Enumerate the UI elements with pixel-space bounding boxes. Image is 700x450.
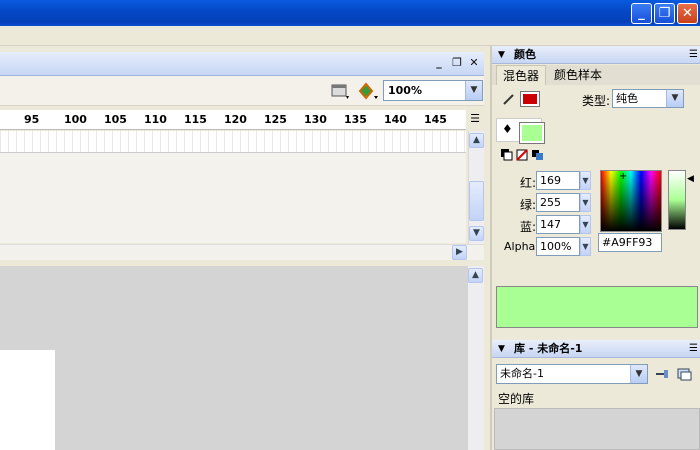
stage-area[interactable] bbox=[0, 266, 468, 450]
slider-arrow-icon[interactable]: ◀ bbox=[687, 174, 694, 184]
ruler-tick: 115 bbox=[184, 113, 207, 126]
library-panel-header[interactable]: ▼ 库 - 未命名-1 ☰ bbox=[492, 340, 700, 358]
alpha-spin-icon[interactable]: ▼ bbox=[580, 237, 591, 256]
menu-bar bbox=[0, 26, 700, 46]
library-panel-title: 库 - 未命名-1 bbox=[514, 342, 583, 355]
tab-swatches[interactable]: 颜色样本 bbox=[548, 65, 608, 85]
timeline-frames[interactable] bbox=[0, 131, 466, 153]
red-input[interactable]: 169 bbox=[536, 171, 580, 190]
color-spectrum-picker[interactable]: + bbox=[600, 170, 662, 232]
new-library-icon[interactable] bbox=[676, 366, 692, 382]
chevron-down-icon[interactable]: ▼ bbox=[666, 90, 683, 107]
paint-bucket-icon: ♦ bbox=[502, 122, 513, 136]
scroll-thumb[interactable] bbox=[469, 181, 484, 221]
stage-canvas[interactable] bbox=[0, 350, 55, 450]
fill-color-swatch[interactable] bbox=[519, 122, 545, 144]
color-panel-title: 颜色 bbox=[514, 48, 536, 61]
right-panel-dock: ▼ 颜色 ☰ 混色器 颜色样本 类型: 纯色 ▼ ♦ 红: 169 ▼ 绿: 2… bbox=[490, 46, 700, 450]
library-select[interactable]: 未命名-1 ▼ bbox=[496, 364, 648, 384]
panel-restore-icon[interactable]: ❐ bbox=[450, 56, 464, 70]
restore-button[interactable]: ❐ bbox=[654, 3, 675, 24]
timeline-vscrollbar[interactable]: ▲ ▼ bbox=[468, 131, 484, 244]
panel-menu-icon[interactable]: ☰ bbox=[689, 46, 698, 64]
panel-menu-icon[interactable]: ☰ bbox=[689, 340, 698, 358]
crosshair-icon: + bbox=[619, 171, 628, 182]
red-spin-icon[interactable]: ▼ bbox=[580, 171, 591, 190]
ruler-tick: 130 bbox=[304, 113, 327, 126]
timeline-menu-icon[interactable]: ☰ bbox=[467, 112, 483, 128]
ruler-tick: 120 bbox=[224, 113, 247, 126]
green-spin-icon[interactable]: ▼ bbox=[580, 193, 591, 212]
scroll-up-icon[interactable]: ▲ bbox=[468, 268, 483, 283]
color-mode-icons[interactable] bbox=[500, 148, 550, 162]
ruler-tick: 95 bbox=[24, 113, 40, 126]
zoom-select[interactable]: 100% ▼ bbox=[383, 80, 483, 101]
ruler-tick: 105 bbox=[104, 113, 127, 126]
type-label: 类型: bbox=[582, 94, 611, 108]
alpha-label: Alpha: bbox=[504, 240, 539, 253]
blue-spin-icon[interactable]: ▼ bbox=[580, 215, 591, 234]
blue-label: 蓝: bbox=[520, 220, 537, 234]
scroll-right-icon[interactable]: ▶ bbox=[452, 245, 467, 260]
fill-color-tool[interactable]: ♦ bbox=[496, 118, 545, 144]
stage-vscrollbar[interactable]: ▲ bbox=[468, 266, 484, 450]
minimize-button[interactable]: _ bbox=[631, 3, 652, 24]
zoom-value: 100% bbox=[388, 84, 422, 97]
timeline-ruler: 95 100 105 110 115 120 125 130 135 140 1… bbox=[0, 110, 466, 130]
scroll-down-icon[interactable]: ▼ bbox=[469, 226, 484, 241]
timeline-hscrollbar[interactable]: ▶ bbox=[0, 244, 484, 260]
document-panel-header: _ ❐ ✕ bbox=[0, 52, 484, 76]
blue-input[interactable]: 147 bbox=[536, 215, 580, 234]
green-label: 绿: bbox=[520, 198, 537, 212]
brightness-slider[interactable] bbox=[668, 170, 686, 230]
ruler-tick: 140 bbox=[384, 113, 407, 126]
color-preview bbox=[496, 286, 698, 328]
pin-library-icon[interactable] bbox=[654, 366, 670, 382]
tab-mixer[interactable]: 混色器 bbox=[496, 65, 547, 85]
chevron-down-icon[interactable]: ▼ bbox=[465, 81, 482, 100]
ruler-tick: 135 bbox=[344, 113, 367, 126]
library-select-value: 未命名-1 bbox=[500, 367, 544, 380]
ruler-tick: 100 bbox=[64, 113, 87, 126]
edit-scene-icon[interactable] bbox=[330, 81, 350, 101]
hex-input[interactable]: #A9FF93 bbox=[598, 233, 662, 252]
window-title-bar: _ ❐ ✕ bbox=[0, 0, 700, 26]
edit-symbols-icon[interactable] bbox=[357, 81, 379, 101]
fill-type-value: 纯色 bbox=[616, 92, 638, 105]
color-panel-header[interactable]: ▼ 颜色 ☰ bbox=[492, 46, 700, 64]
close-button[interactable]: ✕ bbox=[677, 3, 698, 24]
collapse-icon[interactable]: ▼ bbox=[498, 340, 505, 358]
library-list[interactable] bbox=[494, 408, 700, 450]
panel-close-icon[interactable]: ✕ bbox=[467, 56, 481, 70]
fill-type-select[interactable]: 纯色 ▼ bbox=[612, 89, 684, 108]
stroke-color-swatch[interactable] bbox=[520, 91, 540, 107]
ruler-tick: 125 bbox=[264, 113, 287, 126]
timeline-layers-area bbox=[0, 153, 466, 243]
alpha-input[interactable]: 100% bbox=[536, 237, 580, 256]
collapse-icon[interactable]: ▼ bbox=[498, 46, 505, 64]
pencil-icon bbox=[502, 92, 516, 106]
ruler-tick: 110 bbox=[144, 113, 167, 126]
green-input[interactable]: 255 bbox=[536, 193, 580, 212]
panel-minimize-icon[interactable]: _ bbox=[432, 56, 446, 70]
scroll-up-icon[interactable]: ▲ bbox=[469, 133, 484, 148]
red-label: 红: bbox=[520, 176, 537, 190]
ruler-tick: 145 bbox=[424, 113, 447, 126]
chevron-down-icon[interactable]: ▼ bbox=[630, 365, 647, 383]
color-panel-tabs: 混色器 颜色样本 bbox=[492, 65, 700, 85]
empty-library-text: 空的库 bbox=[498, 392, 535, 406]
